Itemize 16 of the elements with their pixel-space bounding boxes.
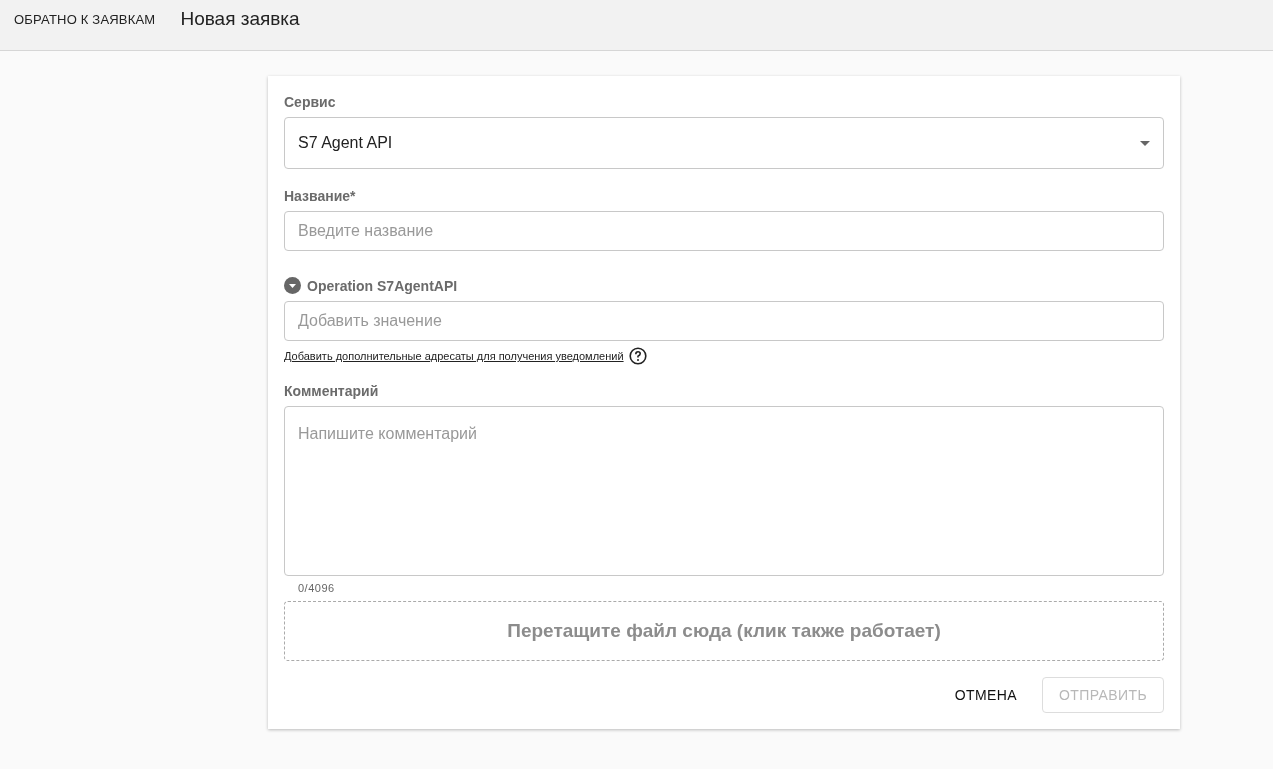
field-label: Название* — [284, 188, 356, 204]
recipients-link[interactable]: Добавить дополнительные адресаты для получения уведомлений — [284, 350, 624, 362]
caret-icon — [1140, 140, 1150, 146]
help-icon[interactable] — [628, 347, 647, 365]
cancel-button[interactable]: ОТМЕНА — [937, 677, 1034, 713]
page-title: Новая заявка — [180, 8, 300, 30]
field-label: Operation S7AgentAPI — [307, 277, 458, 294]
back-link[interactable]: ОБРАТНО К ЗАЯВКАМ — [14, 12, 156, 27]
field-label: Сервис — [284, 94, 336, 110]
service-select[interactable]: S7 Agent API — [284, 117, 1164, 169]
comment-textarea[interactable]: Напишите комментарий — [284, 406, 1164, 576]
value-input[interactable]: Добавить значение — [284, 301, 1164, 341]
field-label: Комментарий — [284, 383, 379, 399]
caret-circle-icon[interactable] — [284, 277, 301, 294]
character-counter: 0/4096 — [298, 582, 335, 594]
name-input[interactable]: Введите название — [284, 211, 1164, 251]
